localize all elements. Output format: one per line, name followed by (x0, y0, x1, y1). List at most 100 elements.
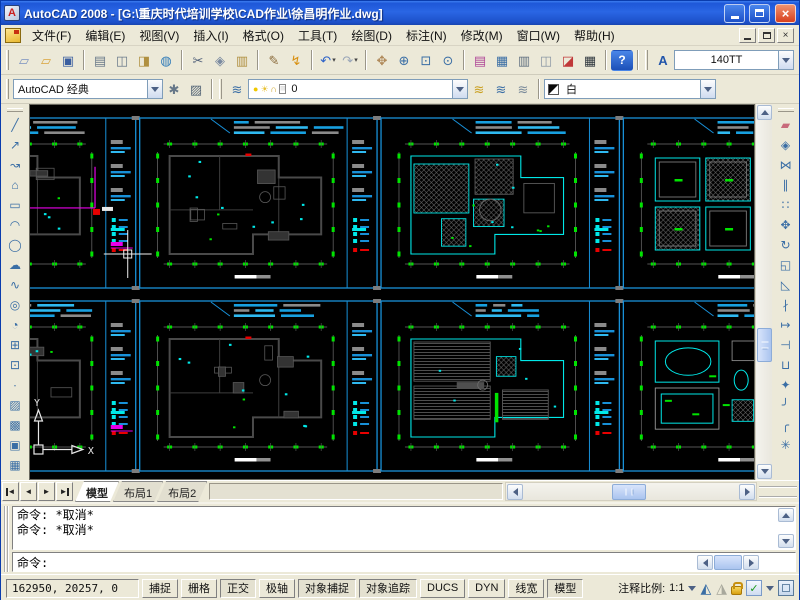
open-file-button[interactable]: ▱ (35, 50, 57, 71)
publish-button[interactable]: ◨ (133, 50, 155, 71)
workspace-combo[interactable]: AutoCAD 经典 (13, 79, 163, 99)
new-file-button[interactable]: ▱ (13, 50, 35, 71)
combo-arrow-icon[interactable] (778, 51, 793, 69)
annotation-visibility-icon[interactable]: ◭ (700, 581, 711, 595)
input-scroll-left-button[interactable] (697, 555, 713, 570)
trim-button[interactable]: ∤ (774, 295, 797, 315)
next-layout-button[interactable]: ► (38, 482, 55, 501)
3d-dwf-button[interactable]: ◍ (155, 50, 177, 71)
scroll-down-button[interactable] (757, 464, 772, 479)
break-at-point-button[interactable]: ⊣ (774, 335, 797, 355)
quickcalc-button[interactable]: ▦ (579, 50, 601, 71)
toolbar-window-positions-icon[interactable]: ✓ (746, 580, 762, 596)
polygon-button[interactable]: ⌂ (4, 175, 27, 195)
plot-button[interactable]: ▤ (89, 50, 111, 71)
table-button[interactable]: ▦ (4, 455, 27, 475)
explode-button[interactable]: ✳ (774, 435, 797, 455)
copy-button[interactable]: ◈ (209, 50, 231, 71)
stretch-button[interactable]: ◺ (774, 275, 797, 295)
plot-preview-button[interactable]: ◫ (111, 50, 133, 71)
erase-button[interactable]: ▰ (774, 115, 797, 135)
horizontal-scroll-thumb[interactable] (612, 484, 646, 500)
line-button[interactable]: ╱ (4, 115, 27, 135)
zoom-realtime-button[interactable]: ⊕ (393, 50, 415, 71)
command-history[interactable]: 命令: *取消*命令: *取消* (12, 506, 796, 550)
menu-item-1[interactable]: 编辑(E) (78, 25, 132, 46)
scale-button[interactable]: ◱ (774, 255, 797, 275)
gradient-button[interactable]: ▩ (4, 415, 27, 435)
minimize-button[interactable] (724, 4, 745, 23)
arc-button[interactable]: ◠ (4, 215, 27, 235)
rectangle-button[interactable]: ▭ (4, 195, 27, 215)
menu-item-5[interactable]: 工具(T) (291, 25, 344, 46)
revision-cloud-button[interactable]: ☁ (4, 255, 27, 275)
scroll-right-button[interactable] (739, 484, 755, 500)
toggle-model[interactable]: 模型 (547, 579, 583, 598)
combo-arrow-icon[interactable] (452, 80, 467, 98)
insert-block-button[interactable]: ⊞ (4, 335, 27, 355)
vertical-scrollbar[interactable] (755, 104, 772, 480)
mirror-button[interactable]: ⋈ (774, 155, 797, 175)
mdi-restore-button[interactable] (758, 28, 775, 43)
point-button[interactable]: ∙ (4, 375, 27, 395)
toggle-snap[interactable]: 捕捉 (142, 579, 178, 598)
drawing-canvas[interactable]: Y X (29, 104, 755, 480)
circle-button[interactable]: ◯ (4, 235, 27, 255)
horizontal-scrollbar[interactable] (505, 482, 757, 501)
combo-arrow-icon[interactable] (147, 80, 162, 98)
toggle-lwt[interactable]: 线宽 (508, 579, 544, 598)
combo-arrow-icon[interactable] (700, 80, 715, 98)
make-block-button[interactable]: ⊡ (4, 355, 27, 375)
help-button[interactable]: ? (611, 50, 633, 71)
region-button[interactable]: ▣ (4, 435, 27, 455)
undo-button[interactable]: ↶▾ (317, 50, 339, 71)
ellipse-button[interactable]: ◎ (4, 295, 27, 315)
command-input[interactable]: 命令: (12, 552, 796, 572)
array-button[interactable]: ∷ (774, 195, 797, 215)
workspace-save-button[interactable]: ▨ (185, 79, 207, 100)
close-button[interactable]: × (775, 4, 796, 23)
hatch-button[interactable]: ▨ (4, 395, 27, 415)
chamfer-button[interactable]: ╯ (774, 395, 797, 415)
toggle-polar[interactable]: 极轴 (259, 579, 295, 598)
scroll-up-button[interactable] (757, 105, 772, 120)
save-button[interactable]: ▣ (57, 50, 79, 71)
menu-item-9[interactable]: 窗口(W) (510, 25, 567, 46)
workspace-settings-button[interactable]: ✱ (163, 79, 185, 100)
clean-screen-button[interactable] (778, 580, 794, 596)
markup-set-manager-button[interactable]: ◪ (557, 50, 579, 71)
polyline-button[interactable]: ↝ (4, 155, 27, 175)
fillet-button[interactable]: ╭ (774, 415, 797, 435)
scroll-left-button[interactable] (507, 484, 523, 500)
annotation-scale-arrow-icon[interactable] (688, 586, 696, 591)
menu-item-7[interactable]: 标注(N) (399, 25, 454, 46)
toolbar-lock-icon[interactable] (731, 586, 742, 595)
break-button[interactable]: ⊔ (774, 355, 797, 375)
annotation-scale-value[interactable]: 1:1 (669, 582, 684, 594)
match-properties-button[interactable]: ✎ (263, 50, 285, 71)
menu-item-2[interactable]: 视图(V) (132, 25, 186, 46)
restore-button[interactable] (749, 4, 770, 23)
copy-object-button[interactable]: ◈ (774, 135, 797, 155)
block-editor-button[interactable]: ↯ (285, 50, 307, 71)
layer-previous-button[interactable]: ≋ (490, 79, 512, 100)
pan-button[interactable]: ✥ (371, 50, 393, 71)
menu-item-8[interactable]: 修改(M) (454, 25, 510, 46)
command-window-grip[interactable] (4, 506, 9, 572)
join-button[interactable]: ✦ (774, 375, 797, 395)
vertical-scroll-thumb[interactable] (757, 328, 772, 362)
layer-properties-button[interactable]: ≋ (226, 79, 248, 100)
offset-button[interactable]: ∥ (774, 175, 797, 195)
menu-item-3[interactable]: 插入(I) (186, 25, 235, 46)
text-style-button[interactable]: A (652, 50, 674, 71)
tab-layout1[interactable]: 布局1 (113, 481, 163, 502)
paste-button[interactable]: ▥ (231, 50, 253, 71)
make-object-layer-current-button[interactable]: ≋ (468, 79, 490, 100)
resize-grip[interactable] (759, 486, 797, 498)
zoom-window-button[interactable]: ⊡ (415, 50, 437, 71)
toggle-grid[interactable]: 栅格 (181, 579, 217, 598)
rotate-button[interactable]: ↻ (774, 235, 797, 255)
toggle-dyn[interactable]: DYN (468, 579, 505, 598)
history-scroll-down-button[interactable] (778, 534, 794, 548)
menu-item-10[interactable]: 帮助(H) (567, 25, 622, 46)
